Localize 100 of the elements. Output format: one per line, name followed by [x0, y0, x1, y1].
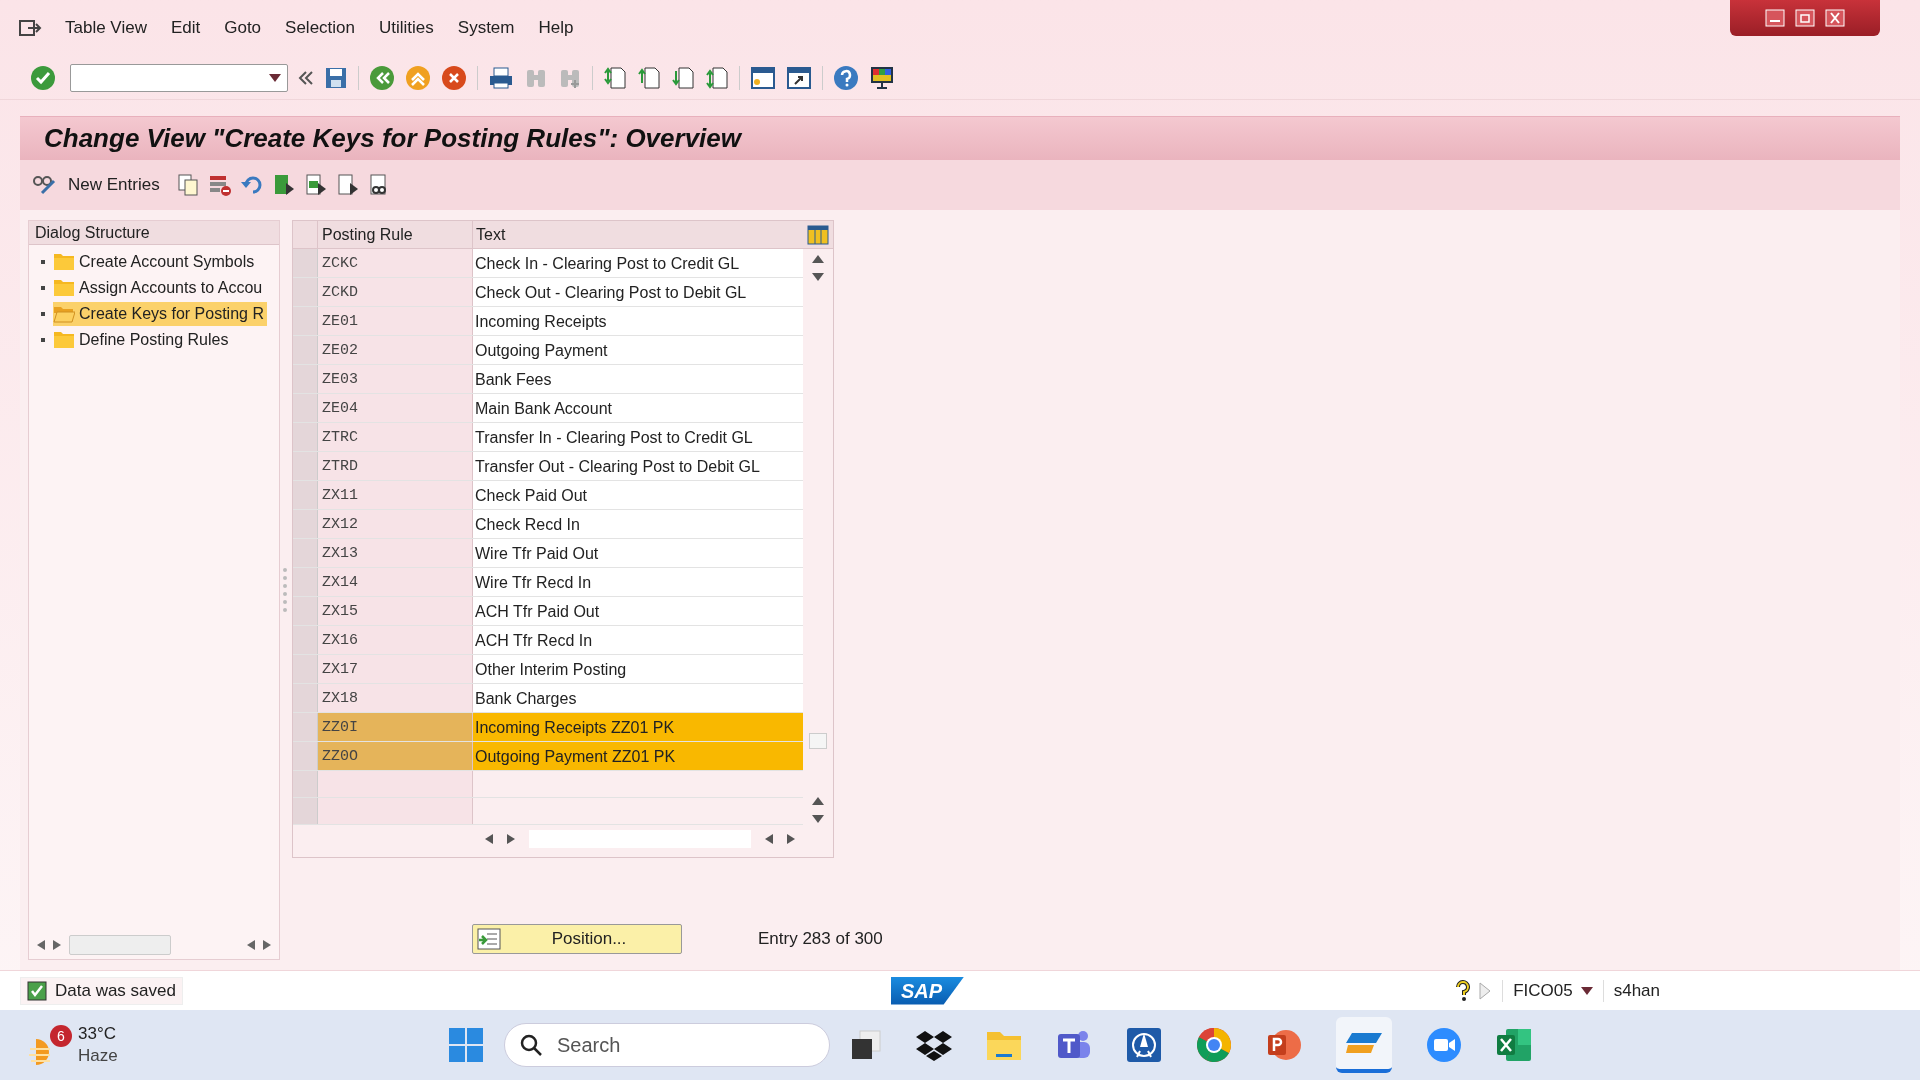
- table-cell[interactable]: ZE03: [318, 365, 473, 393]
- restore-icon[interactable]: [1795, 9, 1815, 27]
- tree-item[interactable]: Assign Accounts to Accou: [53, 276, 267, 300]
- table-cell[interactable]: Check In - Clearing Post to Credit GL: [473, 249, 803, 277]
- menu-item[interactable]: Utilities: [368, 15, 445, 41]
- table-cell[interactable]: ZX18: [318, 684, 473, 712]
- table-cell[interactable]: Other Interim Posting: [473, 655, 803, 683]
- table-cell[interactable]: ZCKD: [318, 278, 473, 306]
- scroll-down-icon[interactable]: [812, 273, 824, 281]
- browser-icon[interactable]: [1196, 1027, 1232, 1063]
- dropdown-icon[interactable]: [1580, 986, 1593, 995]
- search-field[interactable]: Search: [504, 1023, 830, 1067]
- scroll-left-icon[interactable]: [247, 940, 255, 950]
- table-cell[interactable]: Outgoing Payment ZZ01 PK: [473, 742, 803, 770]
- deselect-all-icon[interactable]: [335, 173, 360, 197]
- scroll-right-icon[interactable]: [53, 940, 61, 950]
- play-icon[interactable]: [1478, 981, 1493, 1000]
- tree-item[interactable]: Create Account Symbols: [53, 250, 267, 274]
- minimize-icon[interactable]: [1765, 9, 1785, 27]
- menu-item[interactable]: Selection: [274, 15, 366, 41]
- close-icon[interactable]: [1825, 9, 1845, 27]
- column-header[interactable]: Text: [473, 221, 803, 248]
- task-view-icon[interactable]: [850, 1029, 882, 1061]
- table-cell[interactable]: ZTRC: [318, 423, 473, 451]
- menu-item[interactable]: Goto: [213, 15, 273, 41]
- last-page-icon[interactable]: [705, 64, 729, 91]
- dropdown-icon[interactable]: [269, 73, 281, 82]
- table-cell[interactable]: Bank Fees: [473, 365, 803, 393]
- table-cell[interactable]: ZX11: [318, 481, 473, 509]
- table-cell[interactable]: Transfer In - Clearing Post to Credit GL: [473, 423, 803, 451]
- copy-icon[interactable]: [175, 173, 200, 197]
- menu-icon[interactable]: [18, 18, 42, 38]
- table-cell[interactable]: Check Out - Clearing Post to Debit GL: [473, 278, 803, 306]
- new-session-icon[interactable]: [750, 65, 776, 90]
- splitter-handle[interactable]: [283, 568, 287, 612]
- table-cell[interactable]: Transfer Out - Clearing Post to Debit GL: [473, 452, 803, 480]
- table-cell[interactable]: ZX13: [318, 539, 473, 567]
- table-cell[interactable]: ACH Tfr Paid Out: [473, 597, 803, 625]
- table-cell[interactable]: Incoming Receipts ZZ01 PK: [473, 713, 803, 741]
- table-cell[interactable]: Outgoing Payment: [473, 336, 803, 364]
- active-app-button[interactable]: [1336, 1017, 1392, 1073]
- table-cell[interactable]: ZTRD: [318, 452, 473, 480]
- table-cell[interactable]: Check Recd In: [473, 510, 803, 538]
- menu-item[interactable]: Help: [527, 15, 585, 41]
- scroll-left-icon[interactable]: [485, 834, 493, 844]
- table-cell[interactable]: Bank Charges: [473, 684, 803, 712]
- table-cell[interactable]: ZX14: [318, 568, 473, 596]
- print-icon[interactable]: [488, 65, 514, 90]
- position-button[interactable]: Position...: [472, 924, 682, 954]
- command-field[interactable]: [70, 63, 288, 92]
- table-cell[interactable]: Check Paid Out: [473, 481, 803, 509]
- table-cell[interactable]: Wire Tfr Recd In: [473, 568, 803, 596]
- tree-item[interactable]: Define Posting Rules: [53, 328, 267, 352]
- menu-item[interactable]: System: [446, 15, 526, 41]
- table-cell[interactable]: ZE04: [318, 394, 473, 422]
- menu-item[interactable]: Table View: [54, 15, 158, 41]
- scroll-right-icon[interactable]: [507, 834, 515, 844]
- spreadsheet-icon[interactable]: [1496, 1028, 1532, 1062]
- table-cell[interactable]: ZX16: [318, 626, 473, 654]
- shortcut-icon[interactable]: [786, 65, 812, 90]
- previous-page-icon[interactable]: [637, 64, 661, 91]
- scroll-down-icon[interactable]: [812, 815, 824, 823]
- scroll-right-icon[interactable]: [787, 834, 795, 844]
- table-cell[interactable]: Incoming Receipts: [473, 307, 803, 335]
- exit-icon[interactable]: [405, 64, 431, 91]
- table-cell[interactable]: Main Bank Account: [473, 394, 803, 422]
- window-controls[interactable]: [1730, 0, 1880, 36]
- save-icon[interactable]: [324, 65, 348, 90]
- enter-icon[interactable]: [30, 64, 56, 91]
- table-cell[interactable]: ZX15: [318, 597, 473, 625]
- scroll-right-icon[interactable]: [263, 940, 271, 950]
- table-cell[interactable]: ACH Tfr Recd In: [473, 626, 803, 654]
- first-page-icon[interactable]: [603, 64, 627, 91]
- select-block-icon[interactable]: [303, 173, 328, 197]
- video-call-icon[interactable]: [1426, 1027, 1462, 1063]
- rocket-app-icon[interactable]: [1126, 1027, 1162, 1063]
- next-page-icon[interactable]: [671, 64, 695, 91]
- menu-item[interactable]: Edit: [159, 15, 212, 41]
- column-settings-icon[interactable]: [807, 224, 829, 245]
- dropbox-icon[interactable]: [916, 1029, 952, 1061]
- scroll-left-icon[interactable]: [765, 834, 773, 844]
- table-cell[interactable]: ZZ0I: [318, 713, 473, 741]
- help-icon[interactable]: [1454, 979, 1473, 1002]
- slides-app-icon[interactable]: [1266, 1027, 1302, 1063]
- table-cell[interactable]: ZE01: [318, 307, 473, 335]
- back-icon[interactable]: [369, 64, 395, 91]
- table-cell[interactable]: ZE02: [318, 336, 473, 364]
- scrollbar-thumb[interactable]: [69, 935, 171, 955]
- start-icon[interactable]: [448, 1027, 484, 1063]
- monitor-icon[interactable]: [869, 64, 895, 91]
- new-entries-button[interactable]: New Entries: [30, 172, 162, 198]
- cancel-icon[interactable]: [441, 64, 467, 91]
- table-cell[interactable]: ZX17: [318, 655, 473, 683]
- tree-item[interactable]: Create Keys for Posting R: [53, 302, 267, 326]
- table-cell[interactable]: ZX12: [318, 510, 473, 538]
- double-chevron-icon[interactable]: [298, 69, 314, 86]
- table-cell[interactable]: ZZ0O: [318, 742, 473, 770]
- delete-row-icon[interactable]: [207, 173, 232, 197]
- table-cell[interactable]: ZCKC: [318, 249, 473, 277]
- scroll-up-icon[interactable]: [812, 797, 824, 805]
